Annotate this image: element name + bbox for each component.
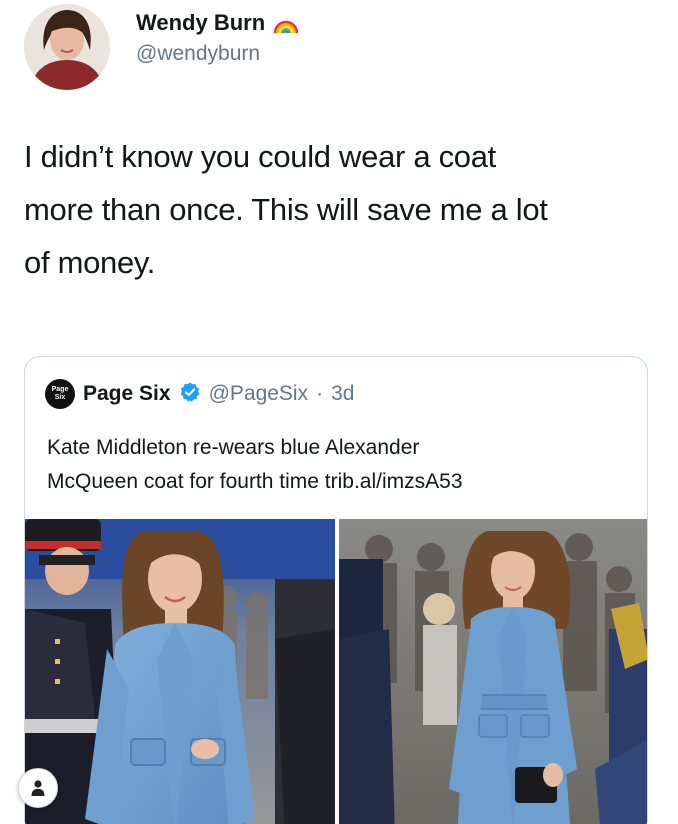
media-photo-right[interactable] bbox=[339, 519, 647, 824]
media-grid bbox=[25, 519, 647, 824]
media-photo-left[interactable] bbox=[25, 519, 335, 824]
rainbow-emoji-icon bbox=[273, 14, 299, 34]
quoted-author-name[interactable]: Page Six bbox=[83, 382, 171, 406]
separator-dot: · bbox=[316, 382, 324, 405]
quoted-tweet-header: Page Six Page Six @PageSix · 3d bbox=[45, 379, 354, 409]
tweet-header: Wendy Burn @wendyburn bbox=[24, 4, 664, 94]
tweet-text: I didn’t know you could wear a coat more… bbox=[24, 130, 654, 289]
author-handle[interactable]: @wendyburn bbox=[136, 42, 260, 66]
tweet-text-line: I didn’t know you could wear a coat bbox=[24, 139, 496, 174]
quoted-text-line: McQueen coat for fourth time trib.al/imz… bbox=[47, 470, 463, 493]
avatar-logo-text-bottom: Six bbox=[54, 394, 66, 401]
author-name-row[interactable]: Wendy Burn bbox=[136, 10, 299, 36]
tweet-text-line: more than once. This will save me a lot bbox=[24, 192, 548, 227]
user-icon[interactable] bbox=[18, 768, 58, 808]
quoted-text-line: Kate Middleton re-wears blue Alexander bbox=[47, 436, 420, 459]
tweet-text-line: of money. bbox=[24, 245, 156, 280]
tweet-age[interactable]: 3d bbox=[331, 382, 354, 406]
author-name[interactable]: Wendy Burn bbox=[136, 10, 265, 36]
quoted-tweet-card[interactable]: Page Six Page Six @PageSix · 3d Kate Mid… bbox=[24, 356, 648, 824]
page-six-avatar[interactable]: Page Six bbox=[45, 379, 75, 409]
author-avatar[interactable] bbox=[24, 4, 110, 90]
verified-badge-icon bbox=[179, 381, 201, 408]
avatar-logo-text-top: Page bbox=[51, 386, 69, 393]
quoted-tweet-text: Kate Middleton re-wears blue Alexander M… bbox=[47, 431, 637, 499]
quoted-author-handle[interactable]: @PageSix bbox=[209, 382, 309, 406]
